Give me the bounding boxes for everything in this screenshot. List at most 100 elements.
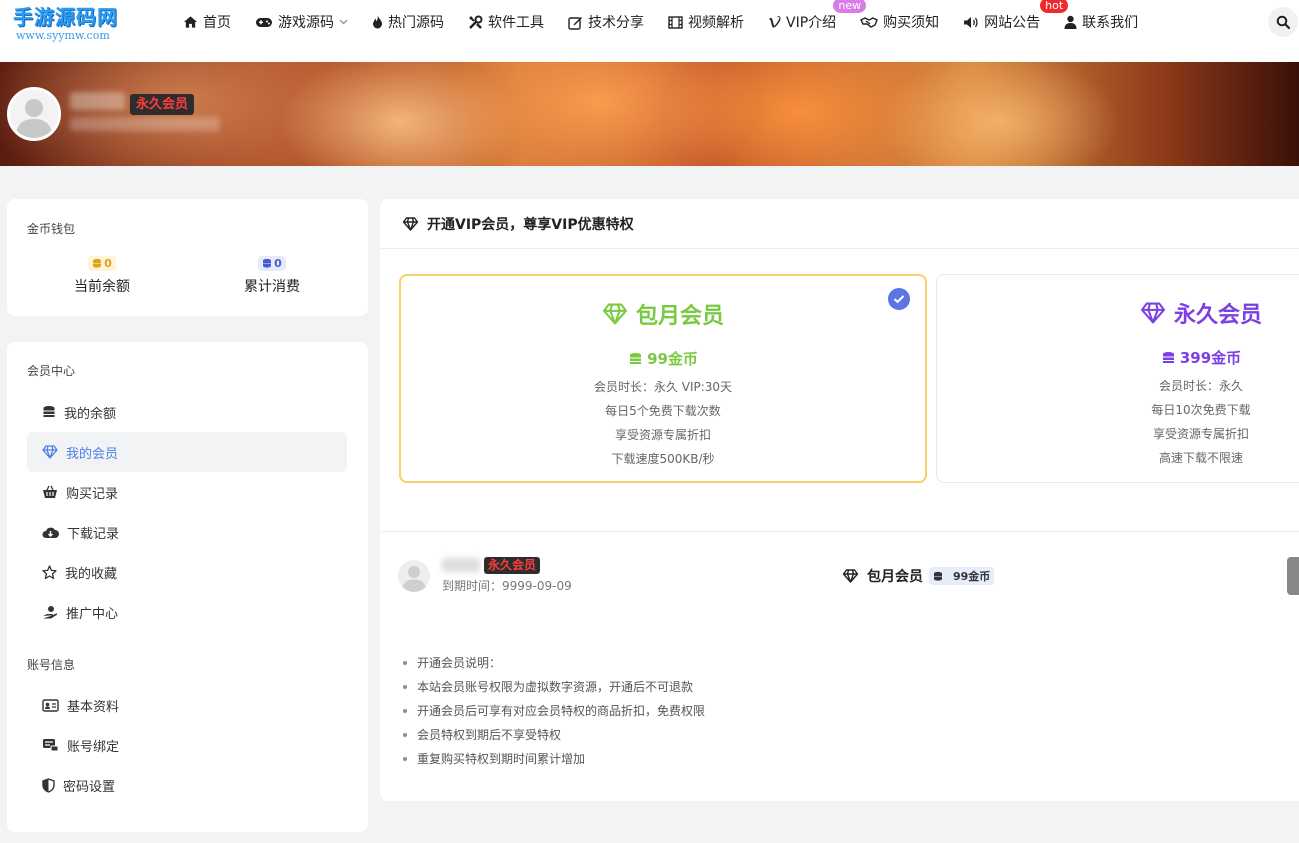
diamond-icon	[602, 303, 628, 325]
plan-card-monthly[interactable]: 包月会员 99金币 会员时长：永久 VIP:30天 每日5个免费下载次数 享受资…	[399, 274, 927, 483]
plan-price-value: 399金币	[1179, 349, 1242, 367]
nav-label: 联系我们	[1082, 15, 1139, 31]
menu-item-my-favorites[interactable]: 我的收藏	[27, 552, 347, 592]
logo-url: www.syymw.com	[16, 29, 110, 42]
wallet-title: 金币钱包	[27, 222, 76, 236]
default-avatar-icon	[402, 566, 426, 592]
menu-item-download-records[interactable]: 下载记录	[27, 512, 347, 552]
plan-feature: 会员时长：永久	[1158, 379, 1243, 393]
pay-button[interactable]	[1287, 557, 1299, 595]
menu-label: 基本资料	[67, 699, 120, 715]
plan-price: 399金币	[937, 347, 1299, 368]
nav-label: 首页	[203, 15, 231, 31]
account-info-title: 账号信息	[27, 658, 76, 672]
plan-feature: 下载速度500KB/秒	[611, 452, 715, 466]
menu-item-account-binding[interactable]: 账号绑定	[27, 725, 347, 765]
order-summary: 永久会员 到期时间：9999-09-09 包月会员 99金币	[380, 549, 1299, 609]
nav-video-parse[interactable]: 视频解析	[668, 12, 744, 32]
handshake-icon	[860, 17, 879, 28]
menu-item-my-balance[interactable]: 我的余额	[27, 392, 347, 432]
film-icon	[668, 15, 683, 29]
selected-plan-price: 99金币	[929, 567, 995, 585]
vip-badge: 永久会员	[130, 94, 195, 115]
nav-software-tools[interactable]: 软件工具	[468, 12, 544, 32]
selected-plan-name: 包月会员	[867, 569, 923, 585]
note-item: 开通会员说明：	[402, 651, 705, 675]
cloud-download-icon	[42, 527, 59, 538]
nav-purchase-notice[interactable]: 购买须知	[860, 12, 939, 32]
spent-stat[interactable]: 0 累计消费	[212, 253, 332, 296]
menu-item-password-settings[interactable]: 密码设置	[27, 765, 347, 805]
diamond-icon	[1140, 302, 1166, 324]
coins-icon	[630, 352, 642, 364]
nav-label: 技术分享	[588, 15, 644, 31]
expire-date: 到期时间：9999-09-09	[442, 579, 572, 593]
selected-check-icon	[888, 288, 910, 310]
coins-icon	[1162, 351, 1174, 363]
selected-plan-price-value: 99金币	[953, 570, 991, 583]
edit-icon	[568, 16, 582, 30]
balance-number: 0	[104, 256, 112, 270]
divider	[380, 531, 1299, 532]
id-card-icon	[42, 698, 59, 712]
nav-vip-intro[interactable]: VIP介绍 new	[768, 0, 867, 32]
wallet-card: 金币钱包 0 当前余额 0 累计消费	[7, 199, 368, 316]
plan-feature: 高速下载不限速	[1158, 451, 1243, 465]
balance-stat[interactable]: 0 当前余额	[42, 253, 162, 296]
user-description-blurred	[70, 117, 220, 131]
basket-icon	[43, 485, 57, 498]
plan-name: 包月会员	[635, 304, 724, 329]
balance-label: 当前余额	[74, 279, 130, 295]
site-logo[interactable]: 手游源码网 www.syymw.com	[13, 4, 123, 41]
nav-site-notice[interactable]: 网站公告 hot	[963, 0, 1069, 32]
top-navbar: 手游源码网 www.syymw.com 首页 游戏源码 热门源码 软件工具 技术…	[0, 0, 1299, 62]
plan-feature: 会员时长：永久 VIP:30天	[593, 380, 733, 394]
spent-label: 累计消费	[244, 279, 300, 295]
volume-icon	[964, 16, 978, 28]
plan-feature: 享受资源专属折扣	[614, 428, 711, 442]
diamond-icon	[842, 569, 859, 583]
fire-icon	[373, 15, 382, 29]
plan-price-value: 99金币	[647, 350, 698, 368]
chevron-down-icon	[339, 19, 348, 25]
plan-features: 会员时长：永久 VIP:30天 每日5个免费下载次数 享受资源专属折扣 下载速度…	[401, 375, 925, 471]
hand-coin-icon	[43, 605, 58, 618]
plan-card-permanent[interactable]: 永久会员 399金币 会员时长：永久 每日10次免费下载 享受资源专属折扣 高速…	[936, 274, 1299, 483]
nav-contact[interactable]: 联系我们	[1064, 12, 1138, 32]
menu-label: 推广中心	[66, 606, 119, 622]
star-icon	[42, 564, 57, 579]
nav-home[interactable]: 首页	[183, 12, 231, 32]
search-icon	[1276, 15, 1290, 29]
menu-item-basic-info[interactable]: 基本资料	[27, 685, 347, 725]
nav-hot-source[interactable]: 热门源码	[372, 12, 444, 32]
nav-game-source[interactable]: 游戏源码	[255, 12, 348, 32]
menu-label: 我的余额	[64, 406, 117, 422]
coins-icon	[93, 258, 102, 268]
tools-icon	[469, 15, 483, 29]
nav-tech-share[interactable]: 技术分享	[568, 12, 644, 32]
vip-panel-title: 开通VIP会员，尊享VIP优惠特权	[427, 216, 634, 233]
home-icon	[183, 16, 198, 28]
user-center-menu: 会员中心 我的余额 我的会员 购买记录 下载记录 我的收藏 推广中心 账号信息 …	[7, 342, 368, 832]
nav-label: 软件工具	[488, 15, 544, 31]
user-avatar[interactable]	[7, 87, 61, 141]
note-item: 开通会员后可享有对应会员特权的商品折扣，免费权限	[402, 699, 705, 723]
vimeo-icon	[769, 16, 781, 28]
coins-icon	[43, 406, 55, 417]
selected-plan: 包月会员 99金币	[842, 566, 995, 586]
main-nav: 首页 游戏源码 热门源码 软件工具 技术分享 视频解析 VIP介绍 new 购买…	[183, 0, 1162, 44]
nav-label: 视频解析	[688, 15, 744, 31]
username-blurred	[70, 92, 125, 110]
note-item: 本站会员账号权限为虚拟数字资源，开通后不可退款	[402, 675, 705, 699]
nav-label: VIP介绍	[786, 15, 837, 31]
coins-icon	[263, 258, 272, 268]
search-button[interactable]	[1268, 7, 1298, 37]
plan-name: 永久会员	[1173, 303, 1262, 328]
menu-label: 我的收藏	[65, 566, 118, 582]
menu-item-my-membership[interactable]: 我的会员	[27, 432, 347, 472]
user-avatar-small	[398, 560, 430, 592]
menu-label: 账号绑定	[67, 739, 120, 755]
menu-item-promotion-center[interactable]: 推广中心	[27, 592, 347, 632]
diamond-icon	[42, 445, 58, 459]
menu-item-purchase-records[interactable]: 购买记录	[27, 472, 347, 512]
